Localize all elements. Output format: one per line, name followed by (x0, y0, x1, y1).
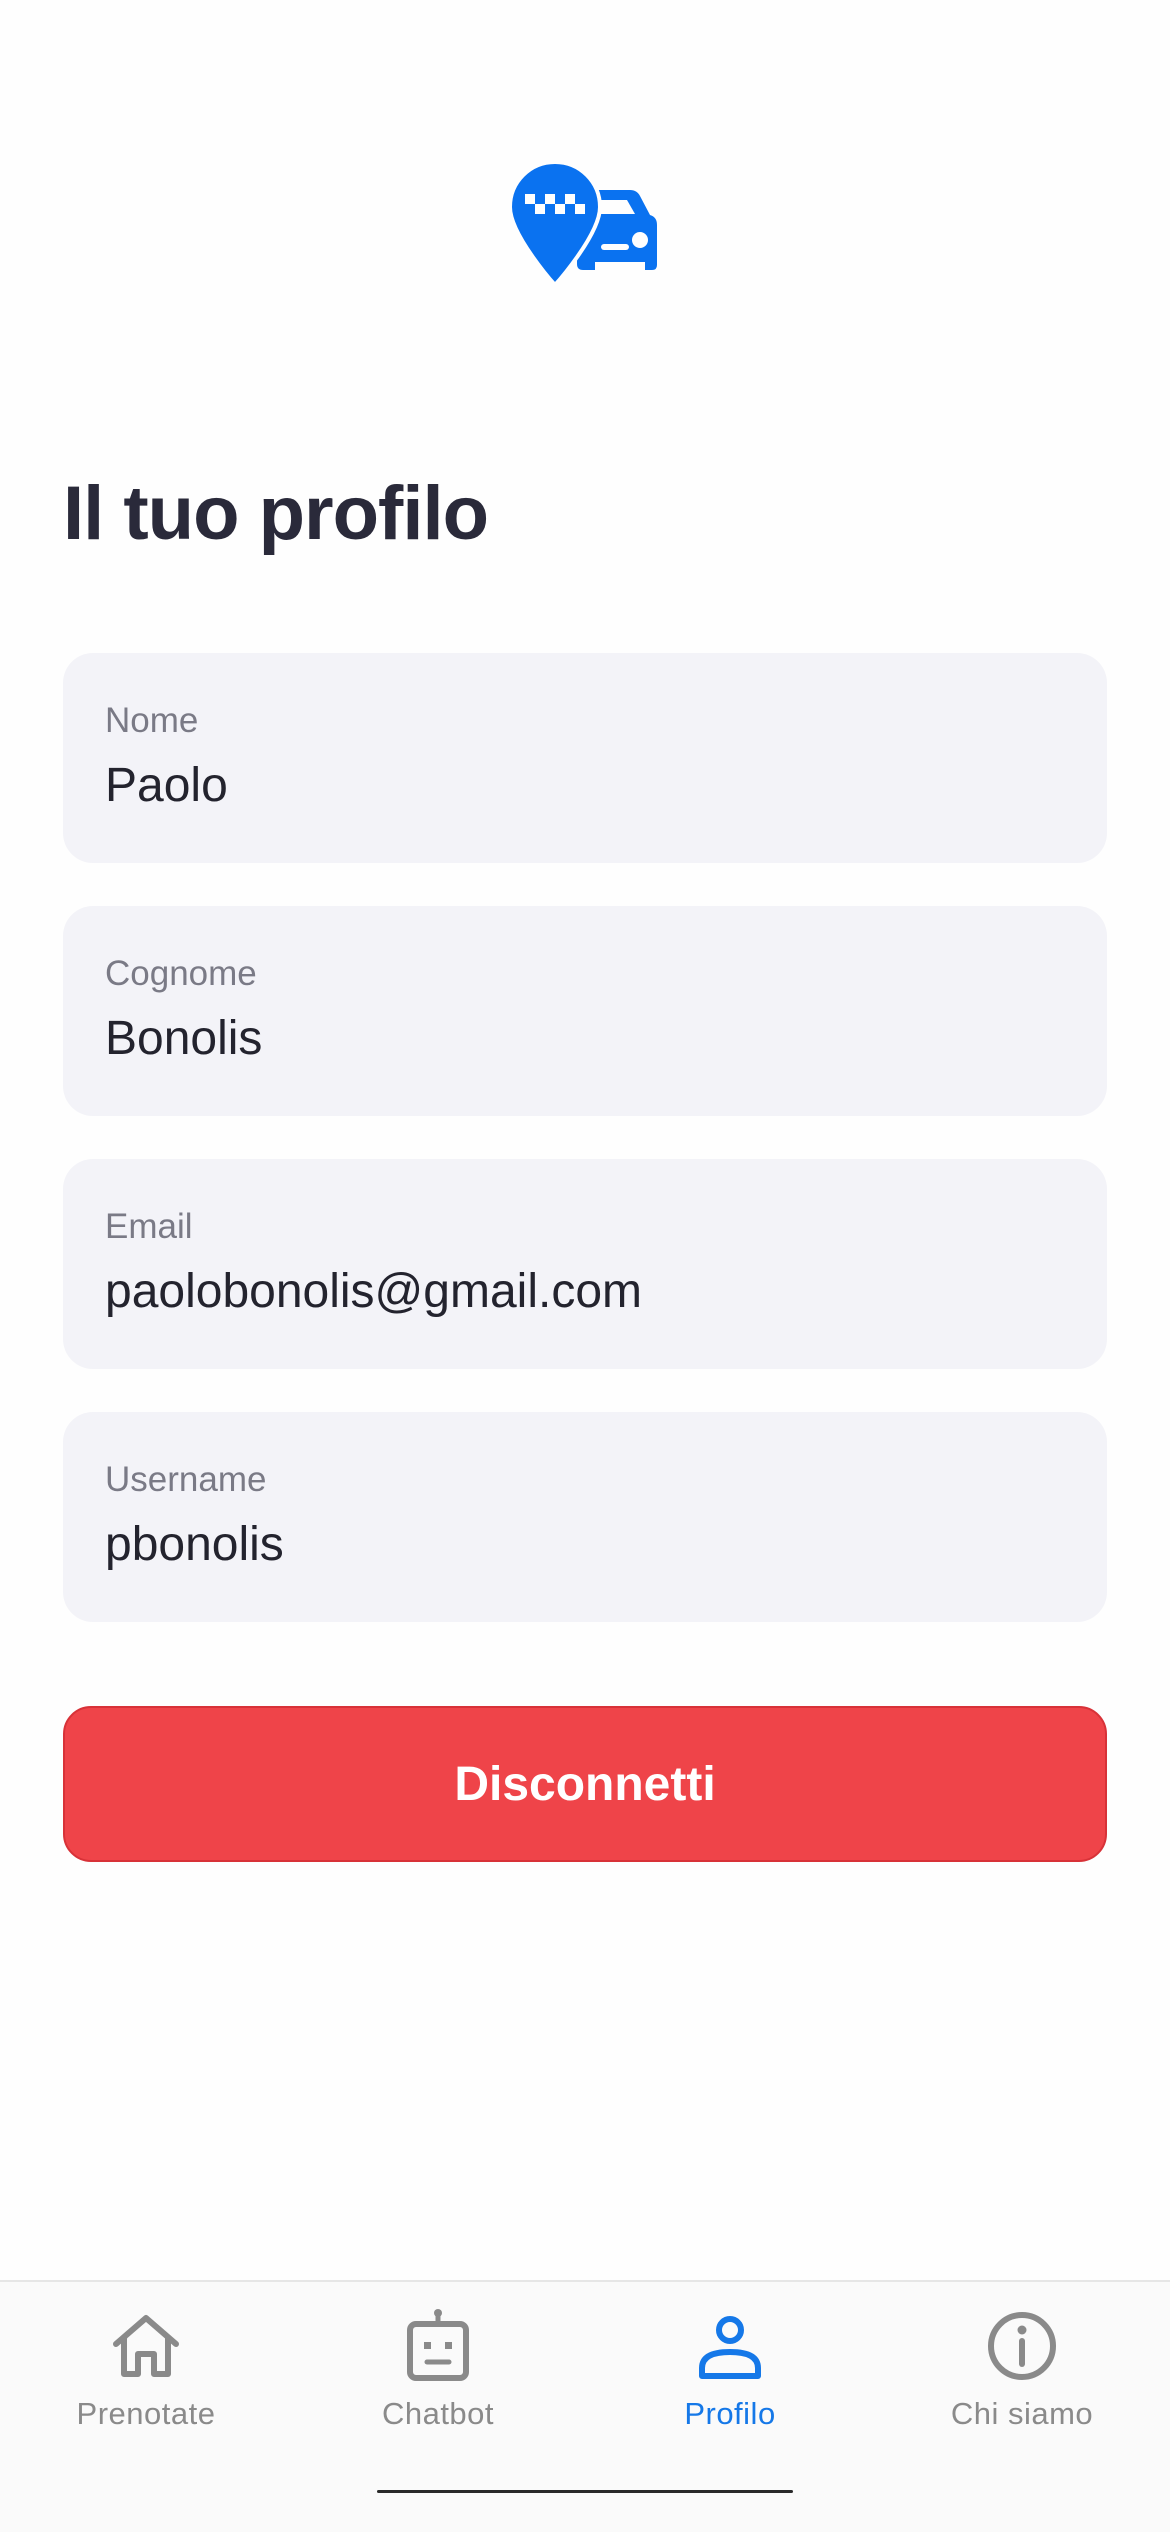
tab-prenotate[interactable]: Prenotate (0, 2308, 292, 2458)
tab-chatbot[interactable]: Chatbot (292, 2308, 584, 2458)
email-field[interactable]: Email paolobonolis@gmail.com (63, 1159, 1107, 1369)
tab-bar: Prenotate Chatbot Profilo Chi siamo (0, 2280, 1170, 2532)
surname-field-value[interactable]: Bonolis (105, 1011, 262, 1066)
profile-screen: Il tuo profilo Nome Paolo Cognome Bonoli… (0, 0, 1170, 2532)
user-icon (699, 2316, 761, 2379)
name-field-value[interactable]: Paolo (105, 758, 228, 813)
home-indicator[interactable] (377, 2490, 793, 2493)
email-field-label: Email (105, 1207, 193, 1246)
logout-button[interactable]: Disconnetti (63, 1706, 1107, 1862)
username-field-label: Username (105, 1460, 267, 1499)
username-field-value[interactable]: pbonolis (105, 1517, 284, 1572)
robot-icon (407, 2309, 469, 2381)
tab-profilo[interactable]: Profilo (584, 2308, 876, 2458)
name-field[interactable]: Nome Paolo (63, 653, 1107, 863)
page-title: Il tuo profilo (63, 471, 489, 556)
tab-chi-siamo-label: Chi siamo (950, 2396, 1094, 2431)
tab-chatbot-label: Chatbot (381, 2396, 495, 2431)
surname-field[interactable]: Cognome Bonolis (63, 906, 1107, 1116)
tab-chi-siamo[interactable]: Chi siamo (876, 2308, 1168, 2458)
tab-profilo-label: Profilo (684, 2396, 776, 2431)
tab-prenotate-label: Prenotate (76, 2396, 216, 2431)
home-icon (113, 2315, 179, 2377)
username-field[interactable]: Username pbonolis (63, 1412, 1107, 1622)
taxi-location-pin-icon (505, 160, 665, 290)
name-field-label: Nome (105, 701, 199, 740)
surname-field-label: Cognome (105, 954, 257, 993)
email-field-value[interactable]: paolobonolis@gmail.com (105, 1264, 642, 1319)
info-icon (988, 2312, 1056, 2380)
